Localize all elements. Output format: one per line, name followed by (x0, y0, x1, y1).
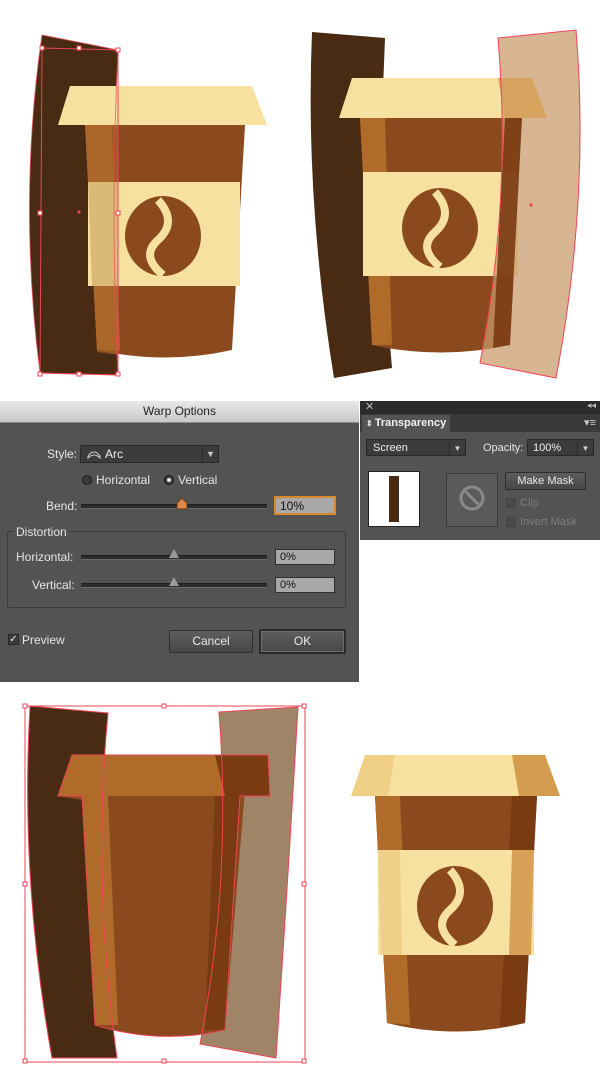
close-icon[interactable]: ✕ (365, 400, 374, 413)
panel-menu-icon[interactable]: ▾≡ (584, 416, 596, 429)
style-select[interactable]: Arc ▼ (80, 445, 219, 463)
make-mask-button[interactable]: Make Mask (505, 472, 586, 490)
tab-transparency[interactable]: ⇕ Transparency (362, 415, 450, 432)
preview-label: Preview (22, 633, 65, 647)
step2-illustration (310, 29, 581, 379)
clip-label: Clip (520, 497, 539, 509)
horizontal-radio-label: Horizontal (96, 473, 151, 487)
style-value: Arc (105, 447, 123, 461)
panel-topbar: ✕ ◂◂ (360, 400, 600, 414)
horizontal-distortion-input[interactable]: 0% (275, 549, 335, 565)
transparency-panel: ✕ ◂◂ ⇕ Transparency ▾≡ Screen ▼ Opacity: … (360, 400, 600, 540)
horizontal-radio[interactable] (82, 475, 92, 485)
distortion-group (7, 531, 346, 608)
distortion-label: Distortion (14, 525, 69, 539)
cup-lid (58, 86, 267, 125)
panel-tab-row: ⇕ Transparency ▾≡ (360, 414, 600, 432)
dialog-title: Warp Options (0, 401, 359, 423)
collapse-icon[interactable]: ◂◂ (587, 400, 596, 411)
step1-illustration (28, 34, 267, 377)
band-dark-overlay (88, 182, 118, 286)
horizontal-distortion-thumb[interactable] (169, 549, 179, 558)
invert-mask-label: Invert Mask (520, 516, 577, 528)
chevron-down-icon: ▼ (202, 446, 218, 462)
bend-slider-track[interactable] (81, 504, 267, 509)
opacity-label: Opacity: (483, 442, 524, 454)
vertical-radio-label: Vertical (178, 473, 218, 487)
cancel-button[interactable]: Cancel (169, 630, 253, 653)
bend-label: Bend: (46, 499, 78, 513)
clip-checkbox[interactable] (506, 498, 516, 508)
chevron-down-icon: ▼ (577, 440, 593, 455)
opacity-select[interactable]: 100% ▼ (527, 439, 594, 456)
chevron-down-icon: ▼ (449, 440, 465, 455)
bend-input[interactable]: 10% (274, 496, 336, 515)
opacity-value: 100% (533, 442, 562, 454)
ok-button[interactable]: OK (259, 629, 346, 654)
vertical-radio[interactable] (164, 475, 174, 485)
object-thumbnail[interactable] (368, 471, 420, 527)
tab-arrows-icon: ⇕ (366, 419, 373, 428)
distortion-vertical-label: Vertical: (32, 578, 75, 592)
blend-mode-select[interactable]: Screen ▼ (366, 439, 466, 456)
vertical-distortion-thumb[interactable] (169, 577, 179, 586)
mask-thumbnail[interactable] (446, 473, 498, 527)
style-label: Style: (47, 447, 78, 461)
warp-options-dialog: Warp Options Style: Arc ▼ Horizontal Ver… (0, 401, 359, 682)
distortion-horizontal-label: Horizontal: (16, 550, 74, 564)
no-mask-icon (458, 484, 486, 515)
invert-mask-checkbox[interactable] (506, 517, 516, 527)
blend-mode-value: Screen (373, 442, 408, 454)
vertical-distortion-input[interactable]: 0% (275, 577, 335, 593)
preview-checkbox[interactable]: ✓ (8, 634, 19, 645)
bend-slider-thumb[interactable] (176, 497, 188, 510)
arc-warp-icon (87, 446, 101, 464)
